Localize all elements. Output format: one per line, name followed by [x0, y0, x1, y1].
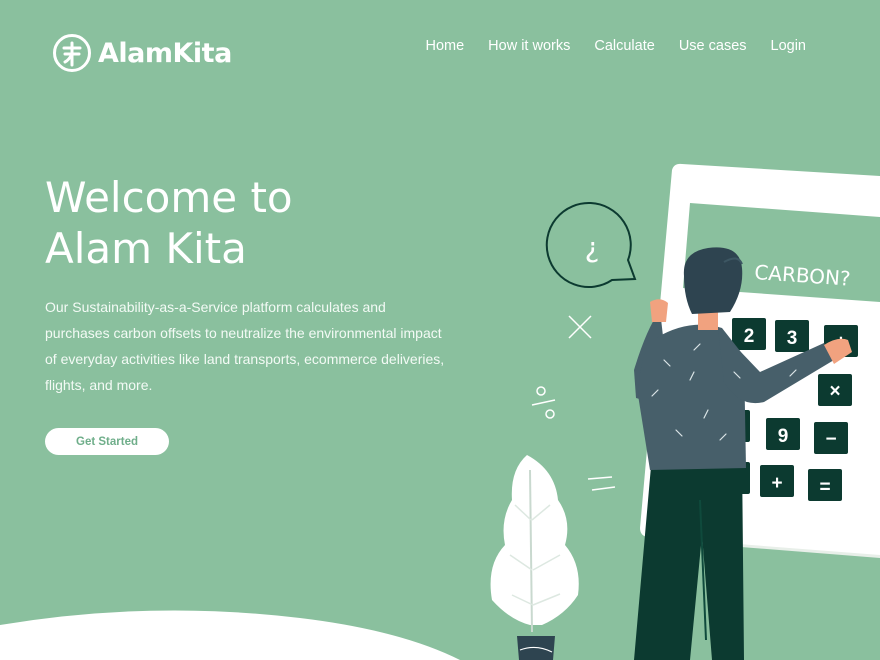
svg-text:=: =	[819, 477, 830, 498]
bottom-wave	[0, 610, 460, 660]
svg-text:2: 2	[744, 326, 755, 347]
sparkle-decor	[531, 315, 616, 491]
svg-text:−: −	[825, 429, 836, 450]
svg-text:+: +	[771, 473, 782, 494]
svg-text:9: 9	[778, 426, 789, 447]
svg-text:×: ×	[829, 381, 840, 402]
svg-text:3: 3	[787, 328, 798, 349]
hero-illustration: ¿ CARBON? 2 3 ÷ × 9 − + =	[0, 163, 880, 660]
potted-plant	[490, 455, 579, 660]
bubble-glyph: ¿	[585, 231, 600, 264]
speech-bubble: ¿	[545, 202, 637, 288]
